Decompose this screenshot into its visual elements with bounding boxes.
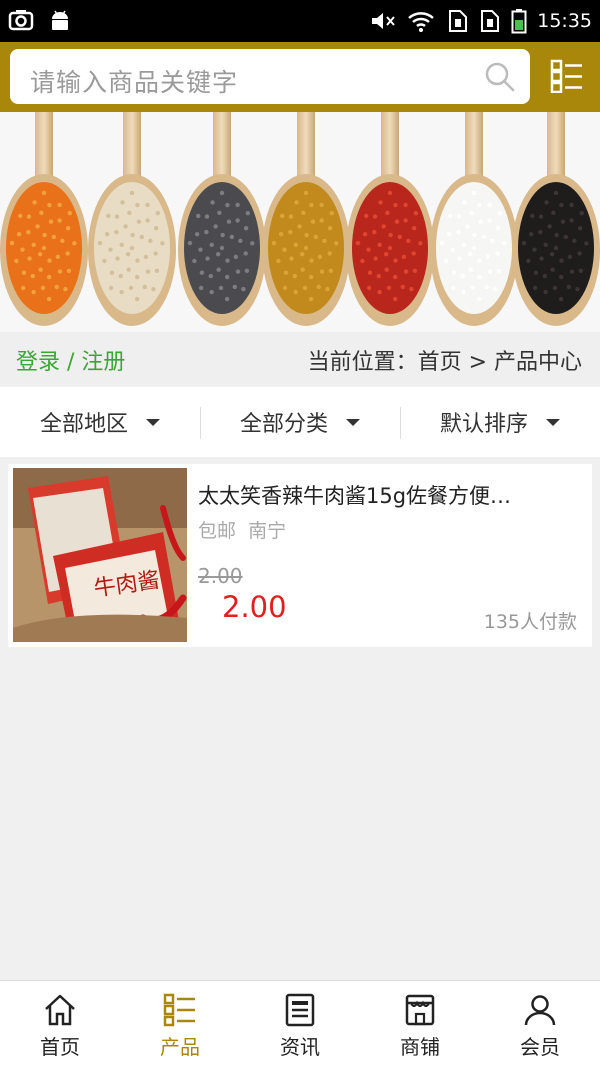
bottom-nav: 首页 产品 资讯 商铺 会员 xyxy=(0,980,600,1067)
breadcrumb-bar: 登录 / 注册 当前位置：首页 > 产品中心 xyxy=(0,332,600,386)
user-icon xyxy=(524,995,556,1026)
dropdown-arrow-icon xyxy=(346,418,360,426)
list-icon xyxy=(163,993,195,1027)
filter-category-label: 全部分类 xyxy=(239,412,328,437)
clock: 15:35 xyxy=(537,10,592,32)
dropdown-arrow-icon xyxy=(146,418,160,426)
product-image[interactable]: 牛肉酱 xyxy=(13,468,187,642)
nav-member[interactable]: 会员 xyxy=(480,981,600,1067)
nav-shop-label: 商铺 xyxy=(400,1035,440,1059)
sim1-icon xyxy=(449,10,468,32)
dropdown-arrow-icon xyxy=(546,418,560,426)
filter-sort-label: 默认排序 xyxy=(439,412,528,437)
breadcrumb: 当前位置：首页 > 产品中心 xyxy=(307,350,582,375)
nav-member-label: 会员 xyxy=(520,1035,560,1059)
android-icon xyxy=(52,10,68,30)
category-menu-icon[interactable] xyxy=(550,59,584,93)
battery-icon xyxy=(511,9,527,34)
search-placeholder: 请输入商品关键字 xyxy=(30,68,239,97)
news-icon xyxy=(285,993,315,1027)
filter-category[interactable]: 全部分类 xyxy=(200,387,400,457)
shop-icon xyxy=(405,994,435,1026)
nav-products[interactable]: 产品 xyxy=(120,981,240,1067)
search-icon[interactable] xyxy=(484,61,516,93)
banner-image[interactable] xyxy=(0,112,600,332)
shipping-tag: 包邮 xyxy=(198,520,237,542)
product-card[interactable]: 牛肉酱 太太笑香辣牛肉酱15g佐餐方便… 包邮 南宁 2.00 2.00 135… xyxy=(8,464,592,647)
status-bar: 15:35 xyxy=(0,0,600,42)
current-price: 2.00 xyxy=(222,590,287,624)
login-register-link[interactable]: 登录 / 注册 xyxy=(16,344,125,376)
product-title[interactable]: 太太笑香辣牛肉酱15g佐餐方便… xyxy=(198,480,578,510)
screenshot-icon xyxy=(8,10,34,31)
nav-home-label: 首页 xyxy=(40,1035,80,1059)
header: 请输入商品关键字 xyxy=(0,42,600,112)
nav-products-label: 产品 xyxy=(160,1035,200,1059)
sold-count: 135人付款 xyxy=(483,611,577,633)
filter-region-label: 全部地区 xyxy=(39,412,128,437)
search-input[interactable]: 请输入商品关键字 xyxy=(10,49,530,104)
home-icon xyxy=(45,994,75,1026)
wifi-icon xyxy=(408,12,435,32)
nav-news[interactable]: 资讯 xyxy=(240,981,360,1067)
filter-region[interactable]: 全部地区 xyxy=(0,387,200,457)
product-location: 南宁 xyxy=(248,520,287,542)
product-meta: 包邮 南宁 xyxy=(198,516,286,543)
nav-news-label: 资讯 xyxy=(280,1035,320,1059)
sim2-icon xyxy=(481,10,500,32)
filter-bar: 全部地区 全部分类 默认排序 xyxy=(0,387,600,457)
original-price: 2.00 xyxy=(198,564,243,588)
nav-shop[interactable]: 商铺 xyxy=(360,981,480,1067)
nav-home[interactable]: 首页 xyxy=(0,981,120,1067)
filter-sort[interactable]: 默认排序 xyxy=(400,387,600,457)
mute-icon xyxy=(372,13,395,29)
